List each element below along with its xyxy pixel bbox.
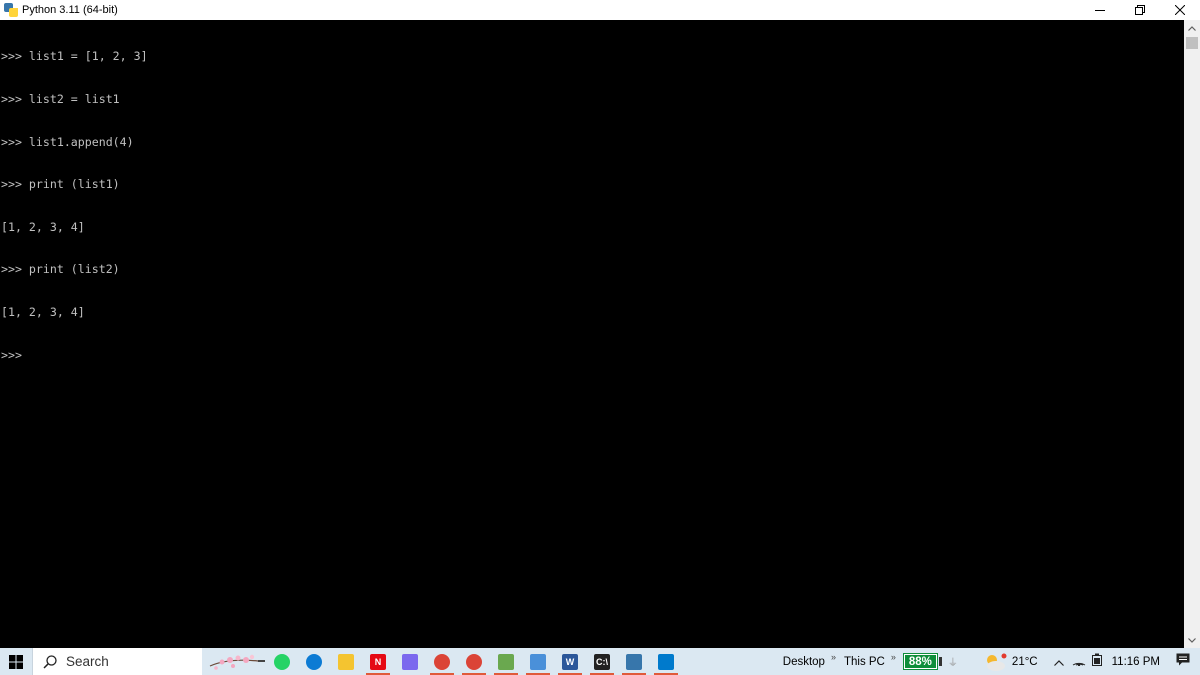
scrollbar-thumb[interactable] <box>1186 37 1198 49</box>
cmd-icon: C:\ <box>594 653 610 670</box>
chrome-taskbar-button[interactable] <box>426 648 458 675</box>
cmd-taskbar-button[interactable]: C:\ <box>586 648 618 675</box>
restore-icon <box>1135 5 1145 15</box>
scroll-up-button[interactable] <box>1184 20 1200 36</box>
desktop-toolbar[interactable]: Desktop <box>783 656 825 668</box>
weather-icon[interactable] <box>982 652 1008 672</box>
app-gradient-taskbar-button[interactable] <box>394 648 426 675</box>
netflix-icon: N <box>370 653 386 670</box>
this-pc-toolbar-chevron[interactable]: » <box>891 652 896 662</box>
cherry-blossom-icon <box>208 648 266 675</box>
console-line: >>> list1 = [1, 2, 3] <box>1 49 148 64</box>
minimize-button[interactable] <box>1080 0 1120 20</box>
whatsapp-taskbar-button[interactable] <box>266 648 298 675</box>
notepad-icon <box>498 653 514 670</box>
wifi-icon[interactable] <box>1072 653 1086 671</box>
app-gradient-icon <box>402 653 418 670</box>
close-button[interactable] <box>1160 0 1200 20</box>
notifications-icon[interactable] <box>1176 653 1190 671</box>
file-explorer-taskbar-button[interactable] <box>330 648 362 675</box>
start-button[interactable] <box>0 648 32 675</box>
window-title: Python 3.11 (64-bit) <box>22 4 118 16</box>
chevron-down-icon <box>1188 637 1196 643</box>
python-taskbar-button[interactable] <box>618 648 650 675</box>
show-hidden-icons-icon[interactable] <box>1053 653 1064 671</box>
battery-end-icon <box>938 657 942 666</box>
vscode-icon <box>658 653 674 670</box>
python-icon <box>626 653 642 670</box>
word-taskbar-button[interactable]: W <box>554 648 586 675</box>
close-icon <box>1175 5 1185 15</box>
netflix-taskbar-button[interactable]: N <box>362 648 394 675</box>
desktop-toolbar-chevron[interactable]: » <box>831 652 836 662</box>
clock[interactable]: 11:16 PM <box>1112 656 1160 668</box>
vscode-taskbar-button[interactable] <box>650 648 682 675</box>
search-input[interactable]: Search <box>32 648 202 675</box>
this-pc-toolbar[interactable]: This PC <box>844 656 885 668</box>
chevron-up-icon <box>1188 25 1196 31</box>
taskbar: Search N W C:\ Desktop » This PC » 88% ⏚ 2… <box>0 648 1200 675</box>
console-line: [1, 2, 3, 4] <box>1 304 85 319</box>
word-icon: W <box>562 653 578 670</box>
windows-logo-icon <box>9 654 23 669</box>
chrome-icon <box>434 653 450 670</box>
console-output[interactable]: >>> list1 = [1, 2, 3] >>> list2 = list1 … <box>0 20 1184 648</box>
console-line: [1, 2, 3, 4] <box>1 219 85 234</box>
console-line: >>> list2 = list1 <box>1 92 120 106</box>
file-explorer-icon <box>338 653 354 670</box>
scroll-down-button[interactable] <box>1184 632 1200 648</box>
notepad-taskbar-button[interactable] <box>490 648 522 675</box>
notepad2-icon <box>530 653 546 670</box>
chrome-profile-taskbar-button[interactable] <box>458 648 490 675</box>
temperature[interactable]: 21°C <box>1012 656 1038 668</box>
console-line: >>> print (list2) <box>1 262 120 277</box>
battery-status-icon[interactable] <box>1091 653 1102 671</box>
edge-taskbar-button[interactable] <box>298 648 330 675</box>
whatsapp-icon <box>274 653 290 670</box>
edge-icon <box>306 653 322 670</box>
minimize-icon <box>1095 10 1105 11</box>
battery-indicator[interactable]: 88% <box>902 653 938 670</box>
console-line: >>> list1.append(4) <box>1 134 134 149</box>
charging-plug-icon: ⏚ <box>947 658 958 669</box>
python-app-icon <box>4 3 18 17</box>
notepad2-taskbar-button[interactable] <box>522 648 554 675</box>
restore-button[interactable] <box>1120 0 1160 20</box>
console-line: >>> print (list1) <box>1 177 120 192</box>
console-prompt: >>> <box>1 347 22 362</box>
title-bar: Python 3.11 (64-bit) <box>0 0 1200 20</box>
vertical-scrollbar[interactable] <box>1184 20 1200 648</box>
search-label: Search <box>66 654 109 669</box>
chrome-profile-icon <box>466 653 482 670</box>
search-icon <box>43 654 57 669</box>
